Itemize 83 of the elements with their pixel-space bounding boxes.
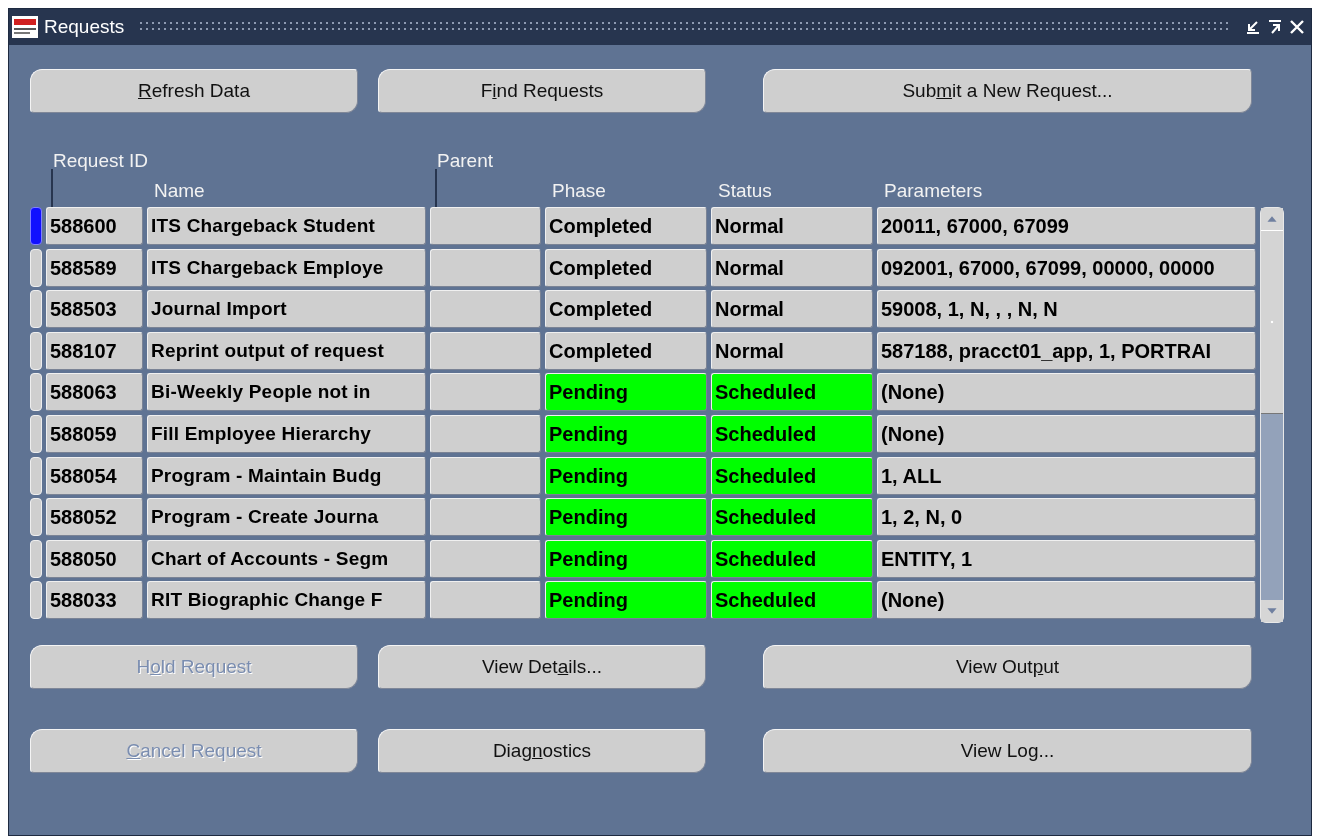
scroll-thumb[interactable] <box>1261 230 1283 414</box>
request-id-field[interactable]: 588600 <box>46 207 143 245</box>
name-field[interactable]: Program - Maintain Budg <box>147 456 426 495</box>
action-button[interactable]: Refresh Data <box>30 69 358 113</box>
request-id-field[interactable]: 588059 <box>46 414 143 453</box>
phase-field[interactable]: Pending <box>545 414 707 453</box>
parent-field[interactable] <box>430 373 541 412</box>
status-field[interactable]: Normal <box>711 207 873 245</box>
column-header: Parameters <box>883 179 984 203</box>
phase-field[interactable]: Pending <box>545 373 707 412</box>
status-field[interactable]: Scheduled <box>711 414 873 453</box>
parameters-field[interactable]: 59008, 1, N, , , N, N <box>877 290 1256 329</box>
action-button[interactable]: Diagnostics <box>378 729 706 773</box>
parameters-field[interactable]: 587188, pracct01_app, 1, PORTRAI <box>877 331 1256 370</box>
parameters-field[interactable]: 1, 2, N, 0 <box>877 498 1256 537</box>
status-field[interactable]: Normal <box>711 248 873 287</box>
window-title: Requests <box>44 16 125 38</box>
phase-field[interactable]: Completed <box>545 331 707 370</box>
parent-field[interactable] <box>430 414 541 453</box>
status-field[interactable]: Scheduled <box>711 373 873 412</box>
name-field[interactable]: Journal Import <box>147 290 426 329</box>
minimize-icon[interactable] <box>1245 19 1261 35</box>
name-field[interactable]: RIT Biographic Change F <box>147 581 426 620</box>
parameters-field[interactable]: 20011, 67000, 67099 <box>877 207 1256 245</box>
scroll-bar[interactable] <box>1260 207 1284 623</box>
phase-field[interactable]: Completed <box>545 248 707 287</box>
row-selector[interactable] <box>30 207 42 245</box>
name-field[interactable]: Chart of Accounts - Segm <box>147 539 426 578</box>
parent-field[interactable] <box>430 456 541 495</box>
request-id-field[interactable]: 588063 <box>46 373 143 412</box>
action-button[interactable]: View Details... <box>378 645 706 689</box>
column-header: Request ID <box>52 149 149 173</box>
status-field[interactable]: Normal <box>711 331 873 370</box>
name-field[interactable]: Bi-Weekly People not in <box>147 373 426 412</box>
request-id-field[interactable]: 588033 <box>46 581 143 620</box>
name-field[interactable]: ITS Chargeback Student <box>147 207 426 245</box>
phase-field[interactable]: Pending <box>545 539 707 578</box>
parent-field[interactable] <box>430 539 541 578</box>
status-field[interactable]: Scheduled <box>711 581 873 620</box>
action-button[interactable]: Submit a New Request... <box>763 69 1252 113</box>
parameters-field[interactable]: (None) <box>877 373 1256 412</box>
action-button[interactable]: View Log... <box>763 729 1252 773</box>
parameters-field[interactable]: 1, ALL <box>877 456 1256 495</box>
request-id-field[interactable]: 588107 <box>46 331 143 370</box>
parameters-field[interactable]: ENTITY, 1 <box>877 539 1256 578</box>
column-header: Phase <box>551 179 607 203</box>
phase-field[interactable]: Completed <box>545 290 707 329</box>
close-icon[interactable] <box>1289 19 1305 35</box>
name-field[interactable]: Program - Create Journa <box>147 498 426 537</box>
action-button[interactable]: Find Requests <box>378 69 706 113</box>
request-id-field[interactable]: 588054 <box>46 456 143 495</box>
phase-field[interactable]: Pending <box>545 581 707 620</box>
status-field[interactable]: Normal <box>711 290 873 329</box>
action-button[interactable]: View Output <box>763 645 1252 689</box>
column-header: Parent <box>436 149 493 173</box>
parent-field[interactable] <box>430 248 541 287</box>
scroll-down-button[interactable] <box>1261 600 1283 622</box>
parameters-field[interactable]: (None) <box>877 581 1256 620</box>
request-id-field[interactable]: 588503 <box>46 290 143 329</box>
phase-field[interactable]: Completed <box>545 207 707 245</box>
parent-field[interactable] <box>430 290 541 329</box>
column-header: Status <box>717 179 773 203</box>
request-id-field[interactable]: 588050 <box>46 539 143 578</box>
name-field[interactable]: Fill Employee Hierarchy <box>147 414 426 453</box>
parameters-field[interactable]: (None) <box>877 414 1256 453</box>
name-field[interactable]: ITS Chargeback Employe <box>147 248 426 287</box>
phase-field[interactable]: Pending <box>545 498 707 537</box>
parent-field[interactable] <box>430 207 541 245</box>
parameters-field[interactable]: 092001, 67000, 67099, 00000, 00000 <box>877 248 1256 287</box>
column-header: Name <box>153 179 206 203</box>
parent-field[interactable] <box>430 581 541 620</box>
app-logo-icon <box>12 16 38 38</box>
status-field[interactable]: Scheduled <box>711 539 873 578</box>
phase-field[interactable]: Pending <box>545 456 707 495</box>
status-field[interactable]: Scheduled <box>711 498 873 537</box>
parent-field[interactable] <box>430 498 541 537</box>
maximize-icon[interactable] <box>1267 19 1283 35</box>
scroll-up-button[interactable] <box>1261 208 1283 230</box>
status-field[interactable]: Scheduled <box>711 456 873 495</box>
request-id-field[interactable]: 588052 <box>46 498 143 537</box>
request-id-field[interactable]: 588589 <box>46 248 143 287</box>
name-field[interactable]: Reprint output of request <box>147 331 426 370</box>
parent-field[interactable] <box>430 331 541 370</box>
